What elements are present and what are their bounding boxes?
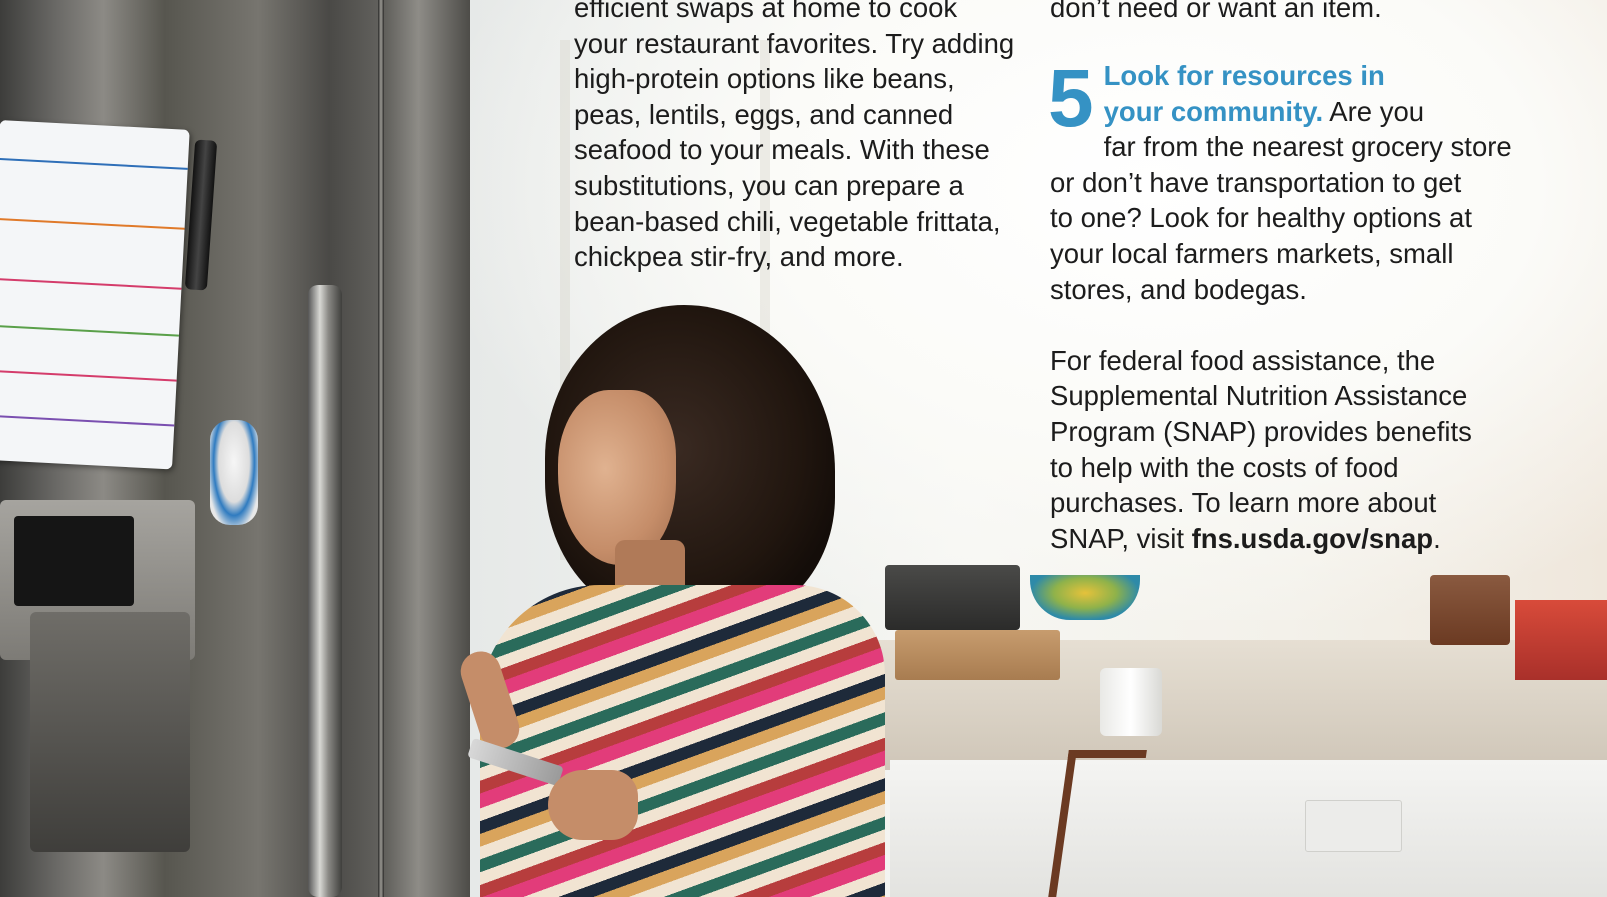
tip-heading: Look for resources in bbox=[1103, 60, 1385, 91]
text-line: peas, lentils, eggs, and canned bbox=[574, 98, 954, 130]
text-fragment: Are you bbox=[1323, 95, 1425, 127]
refrigerator-right-door bbox=[384, 0, 470, 897]
text-line: to one? Look for healthy options at bbox=[1050, 202, 1472, 234]
stove bbox=[885, 565, 1020, 630]
counter-cabinet bbox=[890, 760, 1607, 897]
dispenser-display bbox=[14, 516, 134, 606]
snap-website-link[interactable]: fns.usda.gov/snap bbox=[1192, 523, 1433, 554]
fridge-magnet bbox=[210, 420, 258, 525]
whiteboard-line bbox=[0, 157, 188, 170]
text-line: chickpea stir-fry, and more. bbox=[574, 241, 904, 273]
text-line: For federal food assistance, the bbox=[1050, 344, 1436, 376]
text-line: far from the nearest grocery store bbox=[1103, 131, 1512, 163]
chair bbox=[1430, 575, 1510, 645]
whiteboard-line bbox=[0, 369, 177, 382]
text-line: Program (SNAP) provides benefits bbox=[1050, 415, 1472, 447]
tip-text-right-top: don’t need or want an item. bbox=[1050, 0, 1550, 26]
red-object bbox=[1515, 600, 1607, 680]
whiteboard-line bbox=[0, 414, 175, 427]
text-line: purchases. To learn more about bbox=[1050, 487, 1437, 519]
dispenser-outlet bbox=[30, 612, 190, 852]
whiteboard-line bbox=[0, 217, 185, 230]
text-line: seafood to your meals. With these bbox=[574, 134, 990, 166]
text-line: to help with the costs of food bbox=[1050, 451, 1399, 483]
woman-face bbox=[558, 390, 676, 565]
text-line: stores, and bodegas. bbox=[1050, 273, 1307, 305]
text-line: substitutions, you can prepare a bbox=[574, 169, 964, 201]
tip-5-section: 5 Look for resources in your community. … bbox=[1048, 53, 1550, 557]
tip-text-left-column: efficient swaps at home to cook your res… bbox=[574, 0, 1034, 275]
text-line: Supplemental Nutrition Assistance bbox=[1050, 380, 1468, 412]
text-line: bean-based chili, vegetable frittata, bbox=[574, 205, 1001, 237]
text-fragment: SNAP, visit bbox=[1050, 522, 1192, 554]
mug bbox=[1100, 668, 1162, 736]
text-line: efficient swaps at home to cook bbox=[574, 0, 958, 23]
text-line: your local farmers markets, small bbox=[1050, 237, 1454, 269]
woman-hand bbox=[548, 770, 638, 840]
text-line: high-protein options like beans, bbox=[574, 63, 955, 95]
whiteboard-line bbox=[0, 277, 182, 290]
striped-sweater bbox=[480, 585, 885, 897]
text-fragment: . bbox=[1433, 522, 1441, 554]
text-line: or don’t have transportation to get bbox=[1050, 166, 1462, 198]
tip-number: 5 bbox=[1048, 53, 1094, 144]
text-line: don’t need or want an item. bbox=[1050, 0, 1382, 23]
cutting-board bbox=[895, 630, 1060, 680]
whiteboard bbox=[0, 120, 190, 470]
wall-outlet bbox=[1305, 800, 1402, 852]
text-line: SNAP, visit fns.usda.gov/snap. bbox=[1050, 521, 1550, 557]
text-line: your restaurant favorites. Try adding bbox=[574, 27, 1015, 59]
whiteboard-line bbox=[0, 324, 180, 337]
refrigerator-handle bbox=[308, 285, 342, 897]
tip-heading: your community. bbox=[1103, 95, 1324, 127]
